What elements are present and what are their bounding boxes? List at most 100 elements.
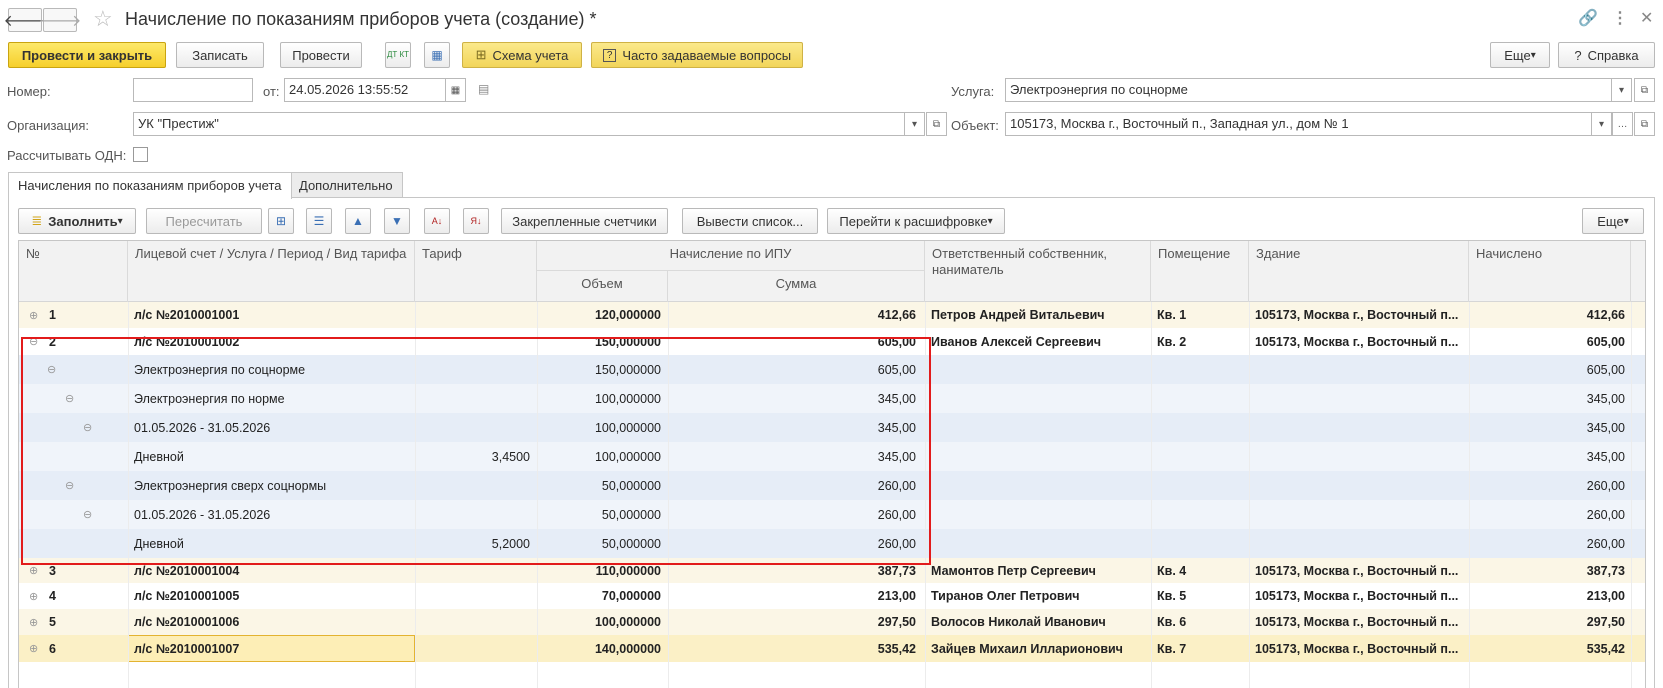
table-row[interactable]: ⊕ 1 л/с №2010001001 120,000000 412,66 Петров … — [19, 302, 1645, 328]
header-sum[interactable]: Сумма — [668, 271, 925, 302]
expand-icon[interactable]: ⊕ — [29, 558, 38, 583]
recalculate-button[interactable]: Пересчитать — [146, 208, 262, 234]
add-group-icon[interactable]: ☰ — [306, 208, 332, 234]
cell-building — [1255, 413, 1467, 442]
cell-charged: 535,42 — [1586, 641, 1625, 656]
table-row[interactable]: ⊕ 6 л/с №2010001007 140,000000 535,42 Зайцев … — [19, 635, 1645, 662]
go-decode-button[interactable]: Перейти к расшифровке — [827, 208, 1005, 234]
table-row[interactable]: ⊕ 3 л/с №2010001004 110,000000 387,73 Мамонто… — [19, 558, 1645, 583]
scheme-button[interactable]: ⊞ Схема учета — [462, 42, 582, 68]
tab-additional[interactable]: Дополнительно — [289, 172, 403, 198]
header-room[interactable]: Помещение — [1151, 241, 1249, 302]
collapse-icon[interactable]: ⊖ — [29, 328, 38, 355]
save-button[interactable]: Записать — [176, 42, 264, 68]
table-row[interactable]: ⊕ 4 л/с №2010001005 70,000000 213,00 Тиранов … — [19, 583, 1645, 609]
faq-button[interactable]: ? Часто задаваемые вопросы — [591, 42, 803, 68]
table-row[interactable]: ⊖ Электроэнергия по соцнорме 150,000000 605… — [19, 355, 1645, 384]
header-tariff[interactable]: Тариф — [415, 241, 537, 302]
header-volume[interactable]: Объем — [537, 271, 668, 302]
cell-building — [1255, 500, 1467, 529]
fill-button[interactable]: ≣ Заполнить — [18, 208, 136, 234]
header-ipu[interactable]: Начисление по ИПУ — [537, 241, 925, 271]
table-row[interactable]: Дневной 3,4500 100,000000 345,00 345,00 — [19, 442, 1645, 471]
link-icon[interactable]: 🔗 — [1578, 8, 1598, 28]
cell-charged: 260,00 — [1586, 536, 1625, 551]
favorite-star-icon[interactable]: ☆ — [93, 6, 113, 32]
cell-tariff — [419, 413, 530, 442]
object-open-icon[interactable]: ⧉ — [1634, 112, 1655, 136]
cell-account: л/с №2010001004 — [134, 563, 240, 578]
arrow-right-icon: 🡒 — [38, 12, 82, 30]
grid-more-button[interactable]: Еще — [1582, 208, 1644, 234]
table-row[interactable]: Дневной 5,2000 50,000000 260,00 260,00 — [19, 529, 1645, 558]
object-label: Объект: — [951, 118, 999, 133]
fixed-meters-button[interactable]: Закрепленные счетчики — [501, 208, 668, 234]
add-row-icon[interactable]: ⊞ — [268, 208, 294, 234]
cell-account: Дневной — [134, 449, 184, 464]
forward-button[interactable]: 🡒 — [39, 8, 81, 32]
organization-field[interactable]: УК "Престиж" — [133, 112, 905, 136]
column-divider — [1469, 302, 1470, 688]
cell-room: Кв. 7 — [1157, 641, 1187, 656]
header-charged[interactable]: Начислено — [1469, 241, 1631, 302]
table-row[interactable]: ⊖ Электроэнергия сверх соцнормы 50,000000 2… — [19, 471, 1645, 500]
more-button[interactable]: Еще — [1490, 42, 1550, 68]
structure-icon[interactable]: ▦ — [424, 42, 450, 68]
expand-icon[interactable]: ⊕ — [29, 302, 38, 328]
date-field[interactable]: 24.05.2026 13:55:52 — [284, 78, 446, 102]
table-row[interactable]: ⊖ 01.05.2026 - 31.05.2026 50,000000 260,00 2… — [19, 500, 1645, 529]
tab-meter-charges[interactable]: Начисления по показаниям приборов учета — [8, 172, 292, 199]
object-dropdown-icon[interactable]: ▾ — [1591, 112, 1612, 136]
move-up-icon[interactable]: ▲ — [345, 208, 371, 234]
cell-room — [1157, 413, 1247, 442]
calendar-icon[interactable]: ▦ — [445, 78, 466, 102]
column-divider — [668, 302, 669, 688]
table-row[interactable]: ⊖ Электроэнергия по норме 100,000000 345,00… — [19, 384, 1645, 413]
header-account[interactable]: Лицевой счет / Услуга / Период / Вид тар… — [128, 241, 415, 302]
cell-room — [1157, 355, 1247, 384]
sort-desc-icon[interactable]: Я↓ — [463, 208, 489, 234]
table-row[interactable]: ⊖ 01.05.2026 - 31.05.2026 100,000000 345,00… — [19, 413, 1645, 442]
cell-charged: 345,00 — [1586, 449, 1625, 464]
header-num[interactable]: № — [19, 241, 128, 302]
expand-icon[interactable]: ⊕ — [29, 609, 38, 635]
header-owner[interactable]: Ответственный собственник, наниматель — [925, 241, 1151, 302]
charges-table[interactable]: № Лицевой счет / Услуга / Период / Вид т… — [18, 240, 1646, 688]
table-row[interactable]: ⊖ 2 л/с №2010001002 150,000000 605,00 Иванов … — [19, 328, 1645, 355]
number-field[interactable] — [133, 78, 253, 102]
cell-owner: Петров Андрей Витальевич — [931, 308, 1105, 322]
cell-charged: 213,00 — [1586, 589, 1625, 603]
cell-volume: 150,000000 — [594, 334, 661, 349]
cell-account: л/с №2010001001 — [134, 308, 240, 322]
expand-icon[interactable]: ⊕ — [29, 635, 38, 662]
post-button[interactable]: Провести — [280, 42, 362, 68]
organization-dropdown-icon[interactable]: ▾ — [904, 112, 925, 136]
cell-room: Кв. 4 — [1157, 563, 1187, 578]
table-row[interactable]: ⊕ 5 л/с №2010001006 100,000000 297,50 Волосов… — [19, 609, 1645, 635]
cell-room — [1157, 500, 1247, 529]
expand-icon[interactable]: ⊕ — [29, 583, 38, 609]
cell-num: 2 — [49, 334, 56, 349]
post-and-close-button[interactable]: Провести и закрыть — [8, 42, 166, 68]
cell-volume: 120,000000 — [594, 308, 661, 322]
more-vertical-icon[interactable]: ⋮ — [1612, 8, 1628, 28]
service-open-icon[interactable]: ⧉ — [1634, 78, 1655, 102]
comment-icon[interactable]: ▤ — [478, 82, 489, 96]
dt-kt-icon[interactable]: ДТ КТ — [385, 42, 411, 68]
cell-volume: 50,000000 — [601, 507, 661, 522]
close-icon[interactable]: ✕ — [1640, 8, 1653, 28]
service-dropdown-icon[interactable]: ▾ — [1611, 78, 1632, 102]
column-divider — [128, 302, 129, 688]
sort-asc-icon[interactable]: А↓ — [424, 208, 450, 234]
column-divider — [415, 302, 416, 688]
output-list-button[interactable]: Вывести список... — [682, 208, 818, 234]
back-button[interactable]: 🡐 — [4, 8, 46, 32]
odn-checkbox[interactable] — [133, 147, 148, 162]
organization-open-icon[interactable]: ⧉ — [926, 112, 947, 136]
object-field[interactable]: 105173, Москва г., Восточный п., Западна… — [1005, 112, 1592, 136]
object-select-icon[interactable]: … — [1612, 112, 1633, 136]
service-field[interactable]: Электроэнергия по соцнорме — [1005, 78, 1612, 102]
help-button[interactable]: ? Справка — [1558, 42, 1655, 68]
move-down-icon[interactable]: ▼ — [384, 208, 410, 234]
header-building[interactable]: Здание — [1249, 241, 1469, 302]
